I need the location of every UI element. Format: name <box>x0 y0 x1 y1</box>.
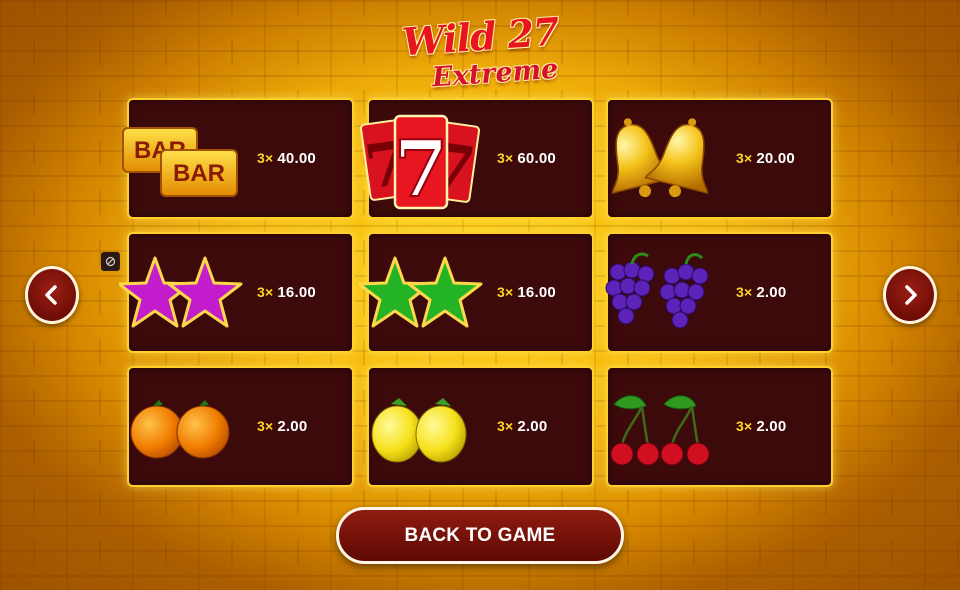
svg-text:BAR: BAR <box>173 160 225 187</box>
multiplier: 3× <box>736 284 753 300</box>
payout-value: 2.00 <box>277 418 308 435</box>
paytable-cell-cherry: 3× 2.00 <box>606 366 833 487</box>
cherry-icon <box>610 395 710 466</box>
paytable-cell-orange: 3× 2.00 <box>127 366 354 487</box>
payout-label: 3× 16.00 <box>257 284 316 301</box>
green-star-icon <box>359 256 483 328</box>
payout-value: 2.00 <box>756 284 787 301</box>
multiplier: 3× <box>497 284 514 300</box>
paytable-cell-lemon: 3× 2.00 <box>367 366 594 487</box>
grapes-icon <box>605 252 709 329</box>
chevron-left-icon <box>45 285 57 305</box>
multiplier: 3× <box>736 418 753 434</box>
multiplier: 3× <box>257 150 274 166</box>
paytable-cell-seven: 7 7 7 3× 60.00 <box>359 98 594 219</box>
payout-value: 16.00 <box>517 284 556 301</box>
back-to-game-button[interactable]: BACK TO GAME <box>336 507 624 564</box>
lemon-icon <box>371 398 467 463</box>
multiplier: 3× <box>257 418 274 434</box>
multiplier: 3× <box>497 418 514 434</box>
bell-icon <box>611 118 709 198</box>
payout-value: 20.00 <box>756 150 795 167</box>
orange-icon <box>130 400 230 459</box>
payout-label: 3× 2.00 <box>736 418 786 435</box>
multiplier: 3× <box>257 284 274 300</box>
paytable-grid: BAR BAR 3× 40.00 7 7 7 3× 60.00 3× 20.00 3×… <box>119 98 834 487</box>
game-logo: Wild 27 Extreme <box>380 9 580 96</box>
paytable-cell-purple-star: 3× 16.00 <box>119 232 354 353</box>
svg-text:7: 7 <box>394 124 448 212</box>
payout-label: 3× 2.00 <box>257 418 307 435</box>
payout-label: 3× 60.00 <box>497 150 556 167</box>
paytable-cell-green-star: 3× 16.00 <box>359 232 594 353</box>
seven-icon: 7 7 7 <box>359 114 481 212</box>
payout-value: 40.00 <box>277 150 316 167</box>
payout-value: 2.00 <box>756 418 787 435</box>
paytable-cell-bar: BAR BAR 3× 40.00 <box>122 98 354 219</box>
bar-icon: BAR BAR <box>122 127 238 197</box>
multiplier: 3× <box>497 150 514 166</box>
previous-page-button[interactable] <box>25 266 79 324</box>
payout-label: 3× 40.00 <box>257 150 316 167</box>
payout-value: 60.00 <box>517 150 556 167</box>
paytable-cell-grapes: 3× 2.00 <box>605 232 833 353</box>
multiplier: 3× <box>736 150 753 166</box>
payout-label: 3× 2.00 <box>736 284 786 301</box>
payout-label: 3× 20.00 <box>736 150 795 167</box>
payout-label: 3× 2.00 <box>497 418 547 435</box>
payout-value: 2.00 <box>517 418 548 435</box>
hide-icon[interactable] <box>101 252 120 271</box>
payout-value: 16.00 <box>277 284 316 301</box>
paytable-cell-bell: 3× 20.00 <box>606 98 833 219</box>
payout-label: 3× 16.00 <box>497 284 556 301</box>
purple-star-icon <box>119 256 243 328</box>
next-page-button[interactable] <box>883 266 937 324</box>
chevron-right-icon <box>905 285 917 305</box>
